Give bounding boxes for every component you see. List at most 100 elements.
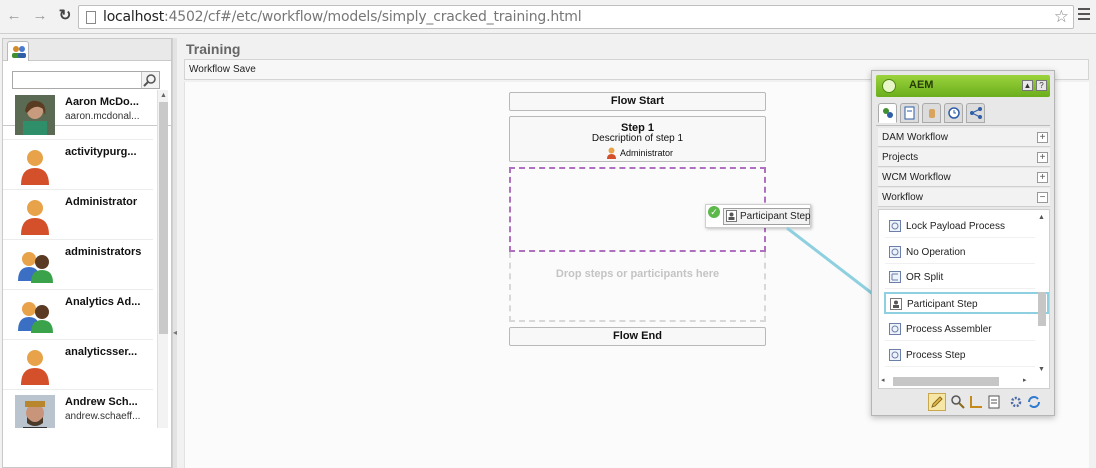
group-workflow[interactable]: Workflow − xyxy=(878,188,1050,207)
user-id: aaron.mcdonal... xyxy=(65,111,140,122)
forward-arrow-icon[interactable]: → xyxy=(32,8,48,24)
address-bar[interactable]: localhost:4502/cf#/etc/workflow/models/s… xyxy=(78,5,1074,29)
page-properties-icon[interactable] xyxy=(986,394,1002,410)
item-or-split[interactable]: OR Split xyxy=(885,267,1035,289)
item-process-assembler[interactable]: Process Assembler xyxy=(885,319,1035,341)
group-projects[interactable]: Projects + xyxy=(878,148,1050,167)
participant-icon xyxy=(726,210,737,222)
workflow-tab[interactable] xyxy=(966,103,985,123)
panel-tabbar xyxy=(3,39,171,61)
scrollbar-thumb[interactable] xyxy=(159,102,168,334)
collapse-icon[interactable]: − xyxy=(1037,192,1048,203)
address-url[interactable]: localhost:4502/cf#/etc/workflow/models/s… xyxy=(103,9,582,25)
avatar xyxy=(15,245,55,285)
design-mode-icon[interactable] xyxy=(968,394,984,410)
user-list-item[interactable]: Administrator xyxy=(3,190,153,240)
drag-proxy-item: Participant Step xyxy=(723,208,811,225)
scroll-left-icon[interactable]: ◂ xyxy=(881,376,885,384)
scroll-up-icon[interactable]: ▲ xyxy=(1038,214,1045,221)
user-name: Administrator xyxy=(65,196,138,208)
refresh-icon[interactable] xyxy=(1026,394,1042,410)
avatar xyxy=(15,195,55,235)
search-icon[interactable] xyxy=(141,72,159,88)
user-list-item[interactable]: Analytics Ad... xyxy=(3,290,153,340)
item-no-operation[interactable]: No Operation xyxy=(885,242,1035,264)
user-name: analyticsser... xyxy=(65,346,138,358)
page-icon xyxy=(904,106,915,120)
group-dam-workflow[interactable]: DAM Workflow + xyxy=(878,128,1050,147)
save-button[interactable]: Save xyxy=(233,64,256,75)
sidekick-bottom-toolbar xyxy=(928,393,1048,413)
scroll-up-icon[interactable]: ▲ xyxy=(160,92,167,99)
process-icon xyxy=(889,220,901,232)
group-label: Projects xyxy=(882,152,919,163)
component-list-hscrollbar[interactable]: ◂ ▸ xyxy=(881,376,1031,387)
component-list-scrollbar[interactable]: ▲ ▼ xyxy=(1037,214,1048,373)
back-arrow-icon[interactable]: ← xyxy=(6,8,22,24)
item-lock-payload-process[interactable]: Lock Payload Process xyxy=(885,216,1035,238)
expand-icon[interactable]: + xyxy=(1037,132,1048,143)
user-name: activitypurg... xyxy=(65,146,137,158)
edit-mode-icon[interactable] xyxy=(928,393,946,411)
drop-zone[interactable]: Drop steps or participants here xyxy=(509,252,766,322)
collapse-arrow-icon[interactable]: ◂ xyxy=(173,328,177,337)
check-icon: ✓ xyxy=(708,206,720,218)
sidekick-panel: AEM ▲ ? DAM Workflow + Projects + WCM Wo… xyxy=(871,70,1055,416)
step-description: Description of step 1 xyxy=(591,133,684,144)
page-icon xyxy=(86,11,96,24)
item-label: Participant Step xyxy=(907,299,978,310)
workflow-menu[interactable]: Workflow xyxy=(189,64,230,75)
scroll-right-icon[interactable]: ▸ xyxy=(1023,376,1027,384)
hamburger-menu-icon[interactable] xyxy=(1078,8,1090,20)
user-list-item[interactable]: administrators xyxy=(3,240,153,290)
user-list-scrollbar[interactable]: ▲ xyxy=(157,90,168,428)
hscrollbar-thumb[interactable] xyxy=(893,377,999,386)
versioning-tab[interactable] xyxy=(944,103,963,123)
user-name: Analytics Ad... xyxy=(65,296,141,308)
step-1-node[interactable]: Step 1 Description of step 1 Administrat… xyxy=(509,116,766,162)
expand-icon[interactable]: + xyxy=(1037,152,1048,163)
group-wcm-workflow[interactable]: WCM Workflow + xyxy=(878,168,1050,187)
bookmark-star-icon[interactable]: ☆ xyxy=(1054,7,1069,27)
process-icon xyxy=(889,349,901,361)
sidekick-tabs xyxy=(876,102,1050,126)
user-list-item[interactable]: Aaron McDo... aaron.mcdonal... xyxy=(3,90,153,140)
settings-icon[interactable] xyxy=(1008,394,1024,410)
user-list-item[interactable]: activitypurg... xyxy=(3,140,153,190)
sidekick-header[interactable]: AEM ▲ ? xyxy=(876,75,1050,97)
group-label: WCM Workflow xyxy=(882,172,951,183)
expand-icon[interactable]: + xyxy=(1037,172,1048,183)
user-list-item[interactable]: Andrew Sch... andrew.schaeff... xyxy=(3,390,153,428)
sidekick-title: AEM xyxy=(909,79,934,91)
drag-item-label: Participant Step xyxy=(740,211,811,222)
scrollbar-thumb[interactable] xyxy=(1038,292,1046,326)
reload-icon[interactable]: ↻ xyxy=(57,8,73,24)
preview-icon[interactable] xyxy=(950,394,966,410)
user-name: Andrew Sch... xyxy=(65,396,138,408)
scroll-down-icon[interactable]: ▼ xyxy=(1038,366,1045,373)
avatar xyxy=(15,345,55,385)
aem-logo-icon xyxy=(882,79,896,93)
drop-hint: Drop steps or participants here xyxy=(555,268,720,280)
flow-end-node[interactable]: Flow End xyxy=(509,327,766,346)
components-tab[interactable] xyxy=(878,103,897,123)
panel-splitter[interactable]: ◂ xyxy=(172,38,177,468)
drag-proxy[interactable]: ✓ Participant Step xyxy=(705,204,811,228)
components-icon xyxy=(883,108,893,118)
process-icon xyxy=(889,323,901,335)
page-tab[interactable] xyxy=(900,103,919,123)
collapse-icon[interactable]: ▲ xyxy=(1022,80,1033,91)
user-list-item[interactable]: analyticsser... xyxy=(3,340,153,390)
users-tab[interactable] xyxy=(7,41,29,61)
search-input[interactable] xyxy=(12,71,160,89)
flow-start-node[interactable]: Flow Start xyxy=(509,92,766,111)
info-tab[interactable] xyxy=(922,103,941,123)
item-process-step[interactable]: Process Step xyxy=(885,345,1035,367)
item-label: Process Step xyxy=(906,350,966,361)
user-id: andrew.schaeff... xyxy=(65,411,141,422)
assignee-name: Administrator xyxy=(620,148,674,158)
item-participant-step[interactable]: Participant Step xyxy=(884,292,1049,314)
help-icon[interactable]: ? xyxy=(1036,80,1047,91)
user-icon xyxy=(607,147,616,159)
clock-icon xyxy=(948,107,960,119)
